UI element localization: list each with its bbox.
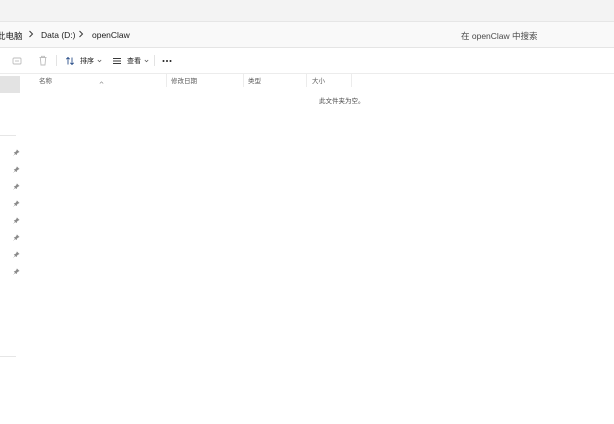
command-bar: 排序 查看 <box>0 48 614 74</box>
breadcrumb-item-openclaw[interactable]: openClaw <box>92 30 130 40</box>
empty-folder-message: 此文件夹为空。 <box>319 98 365 105</box>
pin-icon[interactable] <box>13 217 20 224</box>
navigation-pane <box>0 74 20 424</box>
nav-divider <box>0 356 16 357</box>
sort-label: 排序 <box>80 57 94 65</box>
nav-item-selected[interactable] <box>0 76 20 93</box>
sort-icon <box>65 56 75 66</box>
pin-icon[interactable] <box>13 166 20 173</box>
delete-button[interactable] <box>38 53 48 68</box>
column-header-type[interactable]: 类型 <box>248 75 261 85</box>
column-divider[interactable] <box>166 73 167 87</box>
file-explorer-window: 此电脑 Data (D:) openClaw 在 openClaw 中搜索 排序… <box>0 0 614 424</box>
column-divider[interactable] <box>306 73 307 87</box>
nav-divider <box>0 135 16 136</box>
column-header-modified[interactable]: 修改日期 <box>171 75 197 85</box>
toolbar-divider <box>56 55 57 66</box>
column-divider[interactable] <box>243 73 244 87</box>
chevron-right-icon[interactable] <box>28 29 34 39</box>
sort-ascending-icon <box>99 71 104 84</box>
sort-button[interactable]: 排序 <box>65 53 102 68</box>
view-icon <box>112 56 122 66</box>
pin-icon[interactable] <box>13 234 20 241</box>
pin-icon[interactable] <box>13 268 20 275</box>
rename-button[interactable] <box>12 53 22 68</box>
trash-icon <box>38 55 48 66</box>
chevron-down-icon <box>144 59 149 63</box>
breadcrumb-item-this-pc[interactable]: 此电脑 <box>0 30 23 42</box>
rename-icon <box>12 56 22 66</box>
more-options-button[interactable] <box>162 53 172 68</box>
column-divider[interactable] <box>351 73 352 87</box>
search-input[interactable]: 在 openClaw 中搜索 <box>452 22 614 47</box>
pin-icon[interactable] <box>13 200 20 207</box>
column-header-size[interactable]: 大小 <box>312 75 325 85</box>
pin-icon[interactable] <box>13 251 20 258</box>
breadcrumb-item-data-drive[interactable]: Data (D:) <box>41 30 75 40</box>
pin-icon[interactable] <box>13 149 20 156</box>
chevron-down-icon <box>97 59 102 63</box>
more-icon <box>162 59 172 63</box>
column-header-name[interactable]: 名称 <box>39 75 52 85</box>
pin-icon[interactable] <box>13 183 20 190</box>
view-button[interactable]: 查看 <box>112 53 149 68</box>
toolbar-divider <box>154 55 155 66</box>
view-label: 查看 <box>127 57 141 65</box>
search-placeholder: 在 openClaw 中搜索 <box>461 31 538 41</box>
title-bar <box>0 0 614 22</box>
chevron-right-icon[interactable] <box>78 29 84 39</box>
